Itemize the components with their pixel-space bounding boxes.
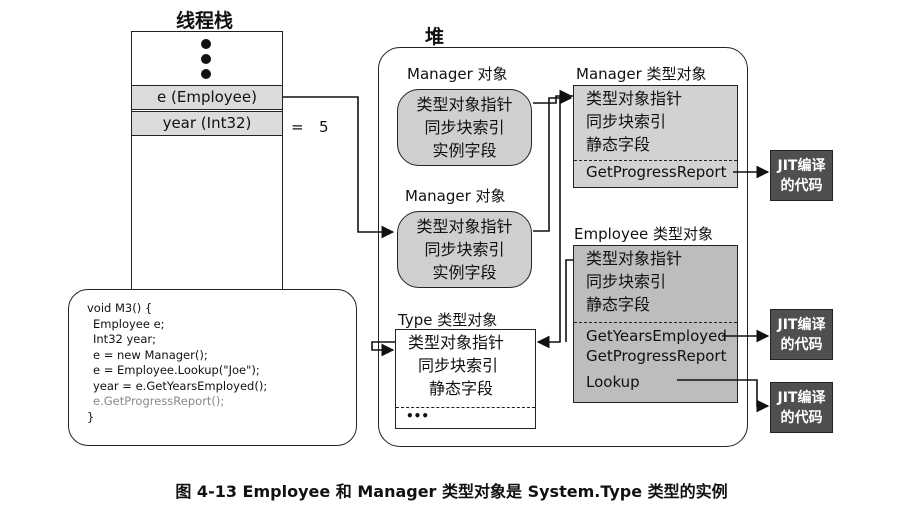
type-type-object-static-fields: 静态字段 [429,379,494,398]
manager-object-1-sync-index: 同步块索引 [424,118,505,137]
employee-type-object: 类型对象指针 同步块索引 静态字段 GetYearsEmployed GetPr… [573,245,738,403]
jit-label-line1: JIT编译 [777,317,826,333]
code-line: year = e.GetYearsEmployed(); [93,378,268,393]
jit-label-line2: 的代码 [780,337,823,353]
employee-method-getyearsemployed: GetYearsEmployed [586,327,727,345]
stack-var-year: year (Int32) [131,111,283,136]
employee-method-lookup: Lookup [586,373,640,391]
employee-type-object-static-fields: 静态字段 [586,295,651,314]
jit-label-line2: 的代码 [780,178,823,194]
code-line-current: e.GetProgressReport(); [93,394,225,408]
manager-object-2-sync-index: 同步块索引 [424,240,505,259]
employee-type-object-divider [574,322,737,323]
manager-object-1-type-pointer: 类型对象指针 [416,95,513,114]
year-value: 5 [319,118,329,136]
type-type-object-type-pointer: 类型对象指针 [408,333,505,352]
jit-code-box-manager-getprogressreport: JIT编译 的代码 [770,150,833,201]
type-type-object-label: Type 类型对象 [398,311,498,329]
type-type-object-sync-index: 同步块索引 [418,356,499,375]
jit-label-line1: JIT编译 [777,158,826,174]
figure-caption: 图 4-13 Employee 和 Manager 类型对象是 System.T… [175,482,728,501]
manager-object-2: 类型对象指针 同步块索引 实例字段 [397,211,532,288]
manager-type-object-label: Manager 类型对象 [576,65,707,83]
employee-type-object-sync-index: 同步块索引 [586,272,667,291]
employee-type-object-type-pointer: 类型对象指针 [586,249,683,268]
manager-type-object-static-fields: 静态字段 [586,135,651,154]
type-type-object: 类型对象指针 同步块索引 静态字段 ••• [395,329,536,429]
type-type-object-more: ••• [406,409,430,423]
jit-code-box-employee-getyearsemployed: JIT编译 的代码 [770,309,833,360]
code-listing-m3: void M3() { Employee e; Int32 year; e = … [68,289,357,446]
stack-var-e: e (Employee) [131,85,283,110]
code-line: Int32 year; [93,332,157,346]
type-type-object-divider [396,407,535,408]
jit-code-box-employee-lookup: JIT编译 的代码 [770,382,833,433]
heap-title: 堆 [425,26,445,48]
code-line: e = Employee.Lookup("Joe"); [93,363,260,377]
code-line: void M3() { [87,301,153,315]
manager-type-object-type-pointer: 类型对象指针 [586,89,683,108]
manager-object-2-instance-fields: 实例字段 [432,263,497,282]
employee-method-getprogressreport: GetProgressReport [586,347,727,365]
manager-object-2-type-pointer: 类型对象指针 [416,217,513,236]
manager-object-1: 类型对象指针 同步块索引 实例字段 [397,89,532,166]
thread-stack-title: 线程栈 [176,10,234,32]
manager-type-object: 类型对象指针 同步块索引 静态字段 GetProgressReport [573,85,738,188]
code-line: } [87,409,95,424]
manager-type-object-sync-index: 同步块索引 [586,112,667,131]
manager-object-1-instance-fields: 实例字段 [432,141,497,160]
stack-ellipsis-dot [201,69,211,79]
code-line: e = new Manager(); [93,347,208,362]
stack-ellipsis-dot [201,54,211,64]
code-line: Employee e; [93,316,165,331]
manager-type-object-divider [574,160,737,161]
stack-ellipsis-dot [201,39,211,49]
manager-object-2-label: Manager 对象 [405,187,506,205]
employee-type-object-label: Employee 类型对象 [574,225,714,243]
year-equals-sign: = [291,118,304,136]
jit-label-line2: 的代码 [780,410,823,426]
manager-object-1-label: Manager 对象 [407,65,508,83]
manager-method-getprogressreport: GetProgressReport [586,163,727,181]
jit-label-line1: JIT编译 [777,390,826,406]
